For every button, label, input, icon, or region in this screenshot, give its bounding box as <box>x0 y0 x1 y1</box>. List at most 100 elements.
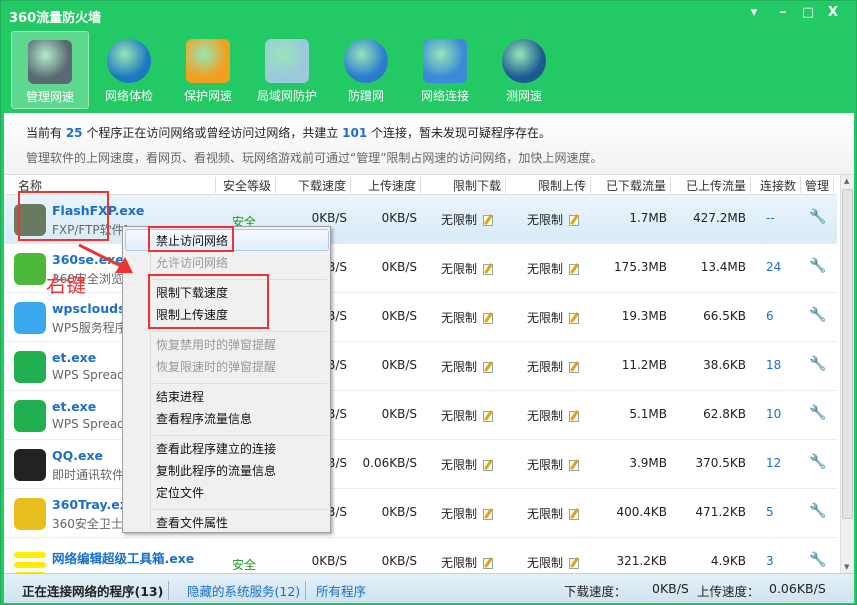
limit-download[interactable]: 无限制 <box>441 456 494 473</box>
column-header[interactable]: 安全等级 <box>216 177 276 193</box>
tab-connecting-programs[interactable]: 正在连接网络的程序(13) <box>22 581 170 600</box>
nav-item-6[interactable]: 测网速 <box>485 31 563 109</box>
limit-upload[interactable]: 无限制 <box>527 554 580 571</box>
limit-upload[interactable]: 无限制 <box>527 505 580 522</box>
limit-upload[interactable]: 无限制 <box>527 260 580 277</box>
scrollbar-thumb[interactable] <box>842 189 853 519</box>
limit-download[interactable]: 无限制 <box>441 407 494 424</box>
program-description: 360安全卫士 <box>52 517 123 531</box>
menu-item[interactable]: 定位文件 <box>156 484 204 501</box>
connection-count[interactable]: 5 <box>766 505 774 519</box>
wrench-icon[interactable]: 🔧 <box>809 307 826 325</box>
edit-icon[interactable] <box>483 509 494 520</box>
edit-icon[interactable] <box>569 264 580 275</box>
limit-upload[interactable]: 无限制 <box>527 407 580 424</box>
edit-icon[interactable] <box>483 411 494 422</box>
upload-speed-label: 上传速度： <box>697 584 760 599</box>
connection-count[interactable]: 3 <box>766 554 774 568</box>
uploaded-traffic: 66.5KB <box>703 309 746 323</box>
download-speed: 0KB/S <box>311 211 347 225</box>
nav-icon <box>344 39 388 83</box>
uploaded-traffic: 471.2KB <box>695 505 746 519</box>
menu-item[interactable]: 查看文件属性 <box>156 514 228 531</box>
edit-icon[interactable] <box>483 215 494 226</box>
connection-count[interactable]: 24 <box>766 260 781 274</box>
limit-upload-value: 无限制 <box>527 458 564 472</box>
limit-download[interactable]: 无限制 <box>441 554 494 571</box>
limit-upload[interactable]: 无限制 <box>527 309 580 326</box>
limit-upload-value: 无限制 <box>527 556 564 570</box>
edit-icon[interactable] <box>483 558 494 569</box>
wrench-icon[interactable]: 🔧 <box>809 356 826 374</box>
menu-item[interactable]: 复制此程序的流量信息 <box>156 462 276 479</box>
table-header: 名称 安全等级 下载速度 上传速度 限制下载 限制上传 已下载流量 已上传流量 连接数 管理 <box>4 175 837 195</box>
menu-item[interactable]: 查看程序流量信息 <box>156 410 252 427</box>
nav-item-4[interactable]: 防蹭网 <box>327 31 405 109</box>
column-header[interactable]: 上传速度 <box>351 177 421 193</box>
edit-icon[interactable] <box>483 264 494 275</box>
nav-item-3[interactable]: 局域网防护 <box>248 31 326 109</box>
column-header[interactable]: 已上传流量 <box>671 177 751 193</box>
edit-icon[interactable] <box>569 460 580 471</box>
downloaded-traffic: 3.9MB <box>629 456 667 470</box>
download-speed-value: 0KB/S <box>652 581 689 596</box>
limit-download[interactable]: 无限制 <box>441 309 494 326</box>
nav-item-5[interactable]: 网络连接 <box>406 31 484 109</box>
wrench-icon[interactable]: 🔧 <box>809 454 826 472</box>
download-speed: 0KB/S <box>311 554 347 568</box>
edit-icon[interactable] <box>569 362 580 373</box>
limit-upload[interactable]: 无限制 <box>527 211 580 228</box>
wrench-icon[interactable]: 🔧 <box>809 258 826 276</box>
safety-level: 安全 <box>232 558 257 572</box>
info-banner: 当前有 25 个程序正在访问网络或曾经访问过网络，共建立 101 个连接，暂未发… <box>4 113 854 175</box>
nav-item-0[interactable]: 管理网速 <box>11 31 89 109</box>
connection-count[interactable]: 18 <box>766 358 781 372</box>
limit-download[interactable]: 无限制 <box>441 211 494 228</box>
edit-icon[interactable] <box>569 215 580 226</box>
column-header[interactable]: 限制下载 <box>421 177 506 193</box>
edit-icon[interactable] <box>483 313 494 324</box>
menu-dropdown-button[interactable]: ▾ <box>744 5 764 20</box>
nav-item-2[interactable]: 保护网速 <box>169 31 247 109</box>
downloaded-traffic: 19.3MB <box>621 309 667 323</box>
close-button[interactable]: X <box>823 5 843 20</box>
edit-icon[interactable] <box>483 460 494 471</box>
menu-item[interactable]: 查看此程序建立的连接 <box>156 440 276 457</box>
wrench-icon[interactable]: 🔧 <box>809 552 826 570</box>
connection-count[interactable]: -- <box>766 211 775 225</box>
limit-download[interactable]: 无限制 <box>441 505 494 522</box>
program-description: WPS服务程序 <box>52 321 127 335</box>
wrench-icon[interactable]: 🔧 <box>809 209 826 227</box>
edit-icon[interactable] <box>569 509 580 520</box>
menu-item[interactable]: 结束进程 <box>156 388 204 405</box>
column-header[interactable]: 已下载流量 <box>591 177 671 193</box>
nav-item-1[interactable]: 网络体检 <box>90 31 168 109</box>
connection-count[interactable]: 6 <box>766 309 774 323</box>
edit-icon[interactable] <box>569 313 580 324</box>
annotation-box-program <box>18 191 109 241</box>
limit-upload[interactable]: 无限制 <box>527 456 580 473</box>
connection-count[interactable]: 10 <box>766 407 781 421</box>
menu-separator <box>153 435 327 436</box>
edit-icon[interactable] <box>569 558 580 569</box>
edit-icon[interactable] <box>483 362 494 373</box>
connection-count[interactable]: 12 <box>766 456 781 470</box>
tab-all-programs[interactable]: 所有程序 <box>316 581 366 600</box>
nav-label: 网络体检 <box>104 89 153 103</box>
scrollbar[interactable]: ▲ ▼ <box>840 175 854 573</box>
downloaded-traffic: 1.7MB <box>629 211 667 225</box>
minimize-button[interactable]: – <box>773 5 793 20</box>
tab-hidden-services[interactable]: 隐藏的系统服务(12) <box>187 581 307 600</box>
nav-label: 保护网速 <box>183 89 232 103</box>
edit-icon[interactable] <box>569 411 580 422</box>
column-header[interactable]: 管理 <box>801 177 834 193</box>
wrench-icon[interactable]: 🔧 <box>809 503 826 521</box>
column-header[interactable]: 连接数 <box>751 177 801 193</box>
column-header[interactable]: 下载速度 <box>276 177 351 193</box>
column-header[interactable]: 限制上传 <box>506 177 591 193</box>
maximize-button[interactable]: □ <box>798 5 818 20</box>
limit-upload[interactable]: 无限制 <box>527 358 580 375</box>
limit-download[interactable]: 无限制 <box>441 358 494 375</box>
wrench-icon[interactable]: 🔧 <box>809 405 826 423</box>
limit-download[interactable]: 无限制 <box>441 260 494 277</box>
